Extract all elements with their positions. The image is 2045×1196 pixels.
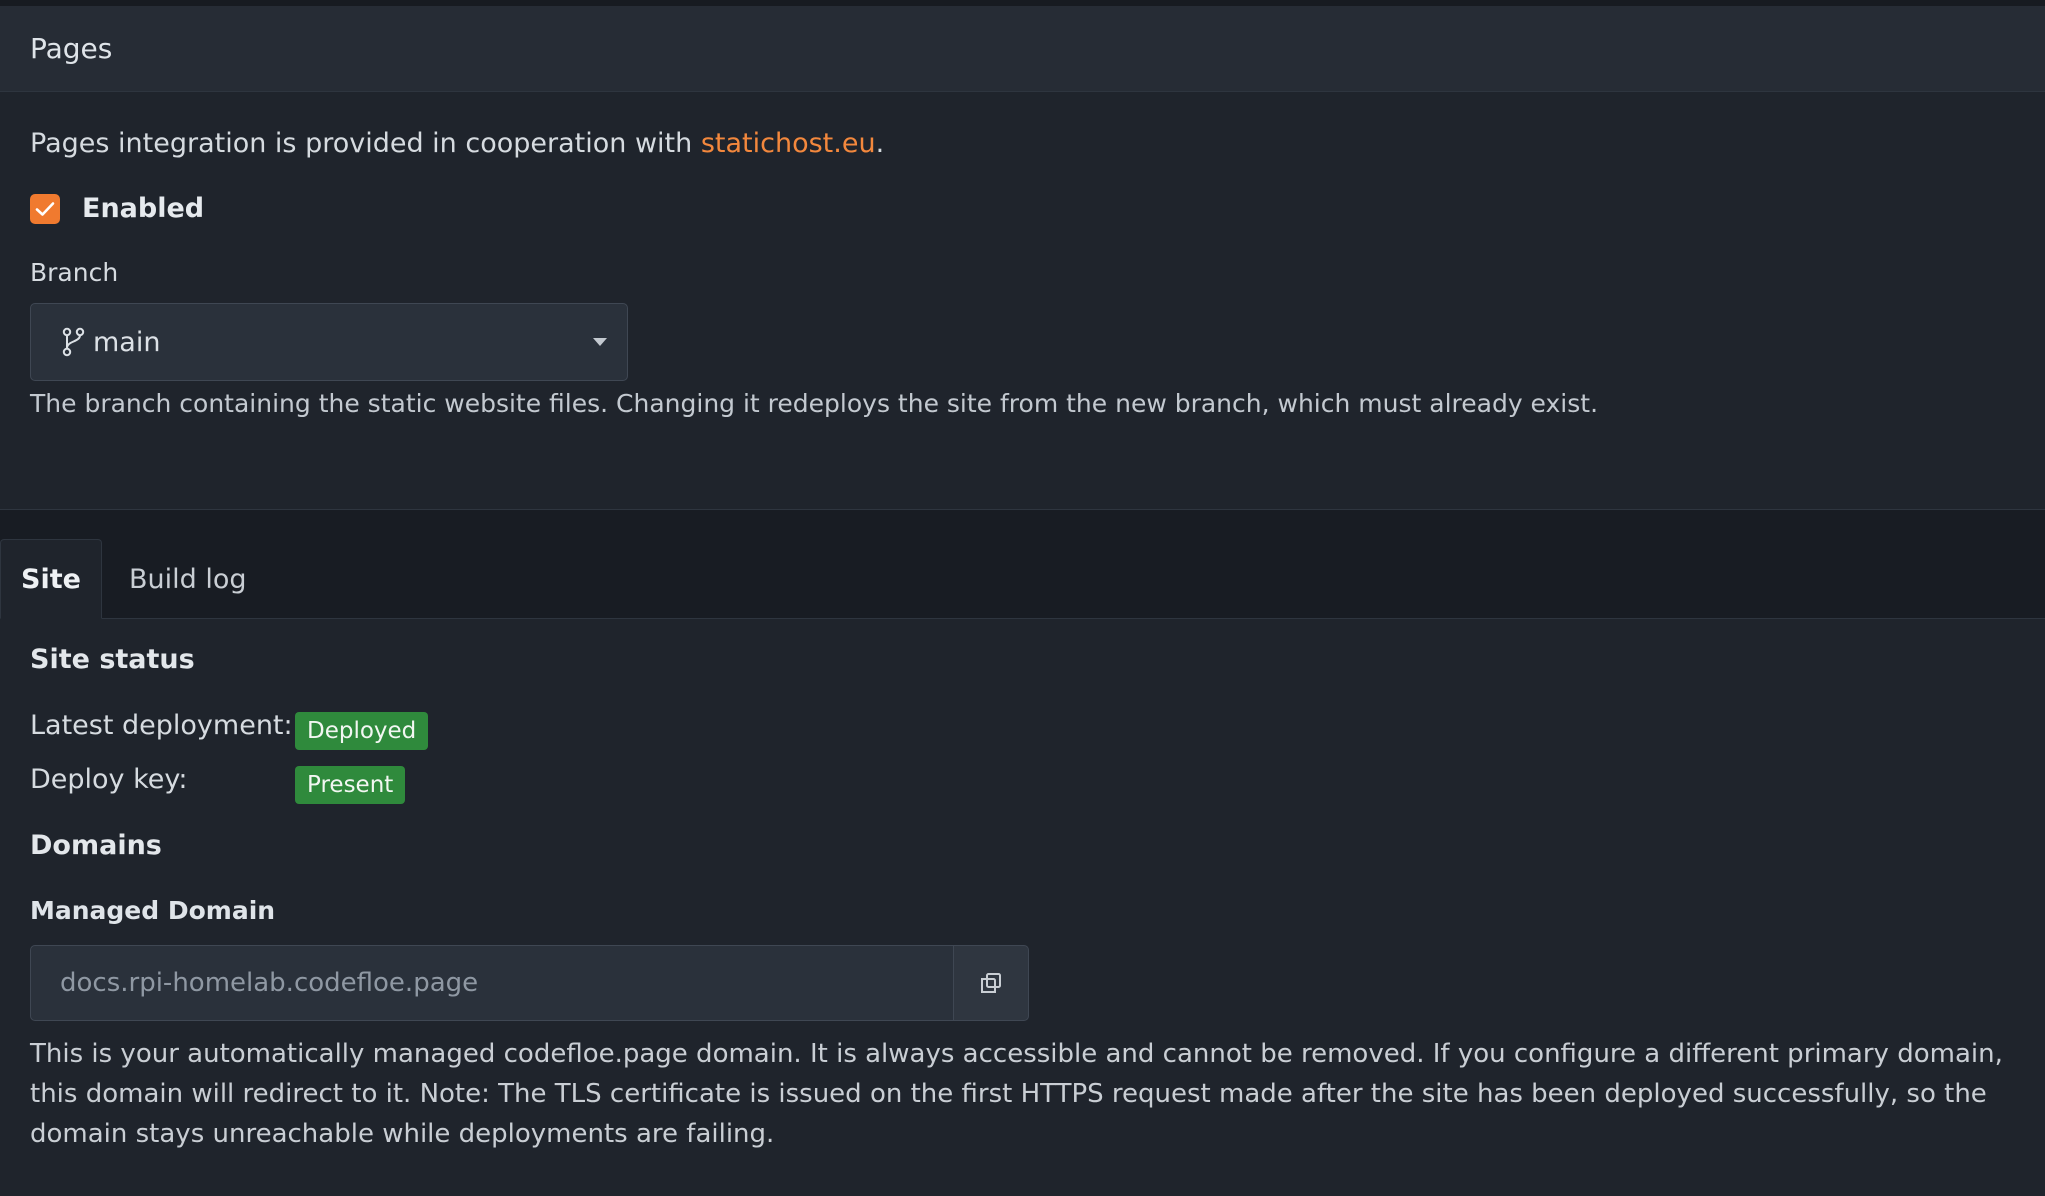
latest-deployment-label: Latest deployment: <box>30 710 293 741</box>
copy-button[interactable] <box>954 945 1029 1021</box>
enabled-checkbox[interactable] <box>30 193 60 224</box>
chevron-down-icon <box>593 338 607 346</box>
domains-heading: Domains <box>30 830 162 861</box>
integration-notice-suffix: . <box>875 128 885 159</box>
integration-notice-text: Pages integration is provided in coopera… <box>30 128 701 159</box>
tab-build-log[interactable]: Build log <box>129 539 247 619</box>
site-tab-panel: Site status Latest deployment: Deployed … <box>0 619 2045 1196</box>
managed-domain-help-text: This is your automatically managed codef… <box>30 1039 2003 1149</box>
site-status-heading: Site status <box>30 644 195 675</box>
deploy-key-label: Deploy key: <box>30 764 188 795</box>
pages-section-title: Pages <box>30 32 113 65</box>
branch-help-text: The branch containing the static website… <box>30 389 1599 418</box>
pages-settings-panel: Pages Pages integration is provided in c… <box>0 0 2045 1196</box>
enabled-checkbox-label[interactable]: Enabled <box>82 193 204 224</box>
managed-domain-input[interactable]: docs.rpi-homelab.codefloe.page <box>30 945 954 1021</box>
integration-notice: Pages integration is provided in coopera… <box>30 128 884 159</box>
branch-label: Branch <box>30 258 119 287</box>
tab-site[interactable]: Site <box>0 539 102 619</box>
enabled-checkbox-row[interactable]: Enabled <box>30 193 204 224</box>
git-branch-icon <box>62 327 85 357</box>
managed-domain-label: Managed Domain <box>30 896 276 925</box>
branch-select[interactable]: main <box>30 303 628 381</box>
checkmark-icon <box>35 201 55 216</box>
statichost-link[interactable]: statichost.eu <box>701 128 876 159</box>
branch-select-value: main <box>93 326 161 358</box>
deployment-status-badge: Deployed <box>295 712 429 750</box>
pages-section-header: Pages <box>0 6 2045 92</box>
pages-tabbar: Site Build log <box>0 509 2045 619</box>
managed-domain-field: docs.rpi-homelab.codefloe.page <box>30 945 1029 1021</box>
copy-icon <box>981 973 1001 993</box>
deploy-key-status-badge: Present <box>295 766 406 804</box>
pages-settings-body: Pages integration is provided in coopera… <box>0 92 2045 509</box>
